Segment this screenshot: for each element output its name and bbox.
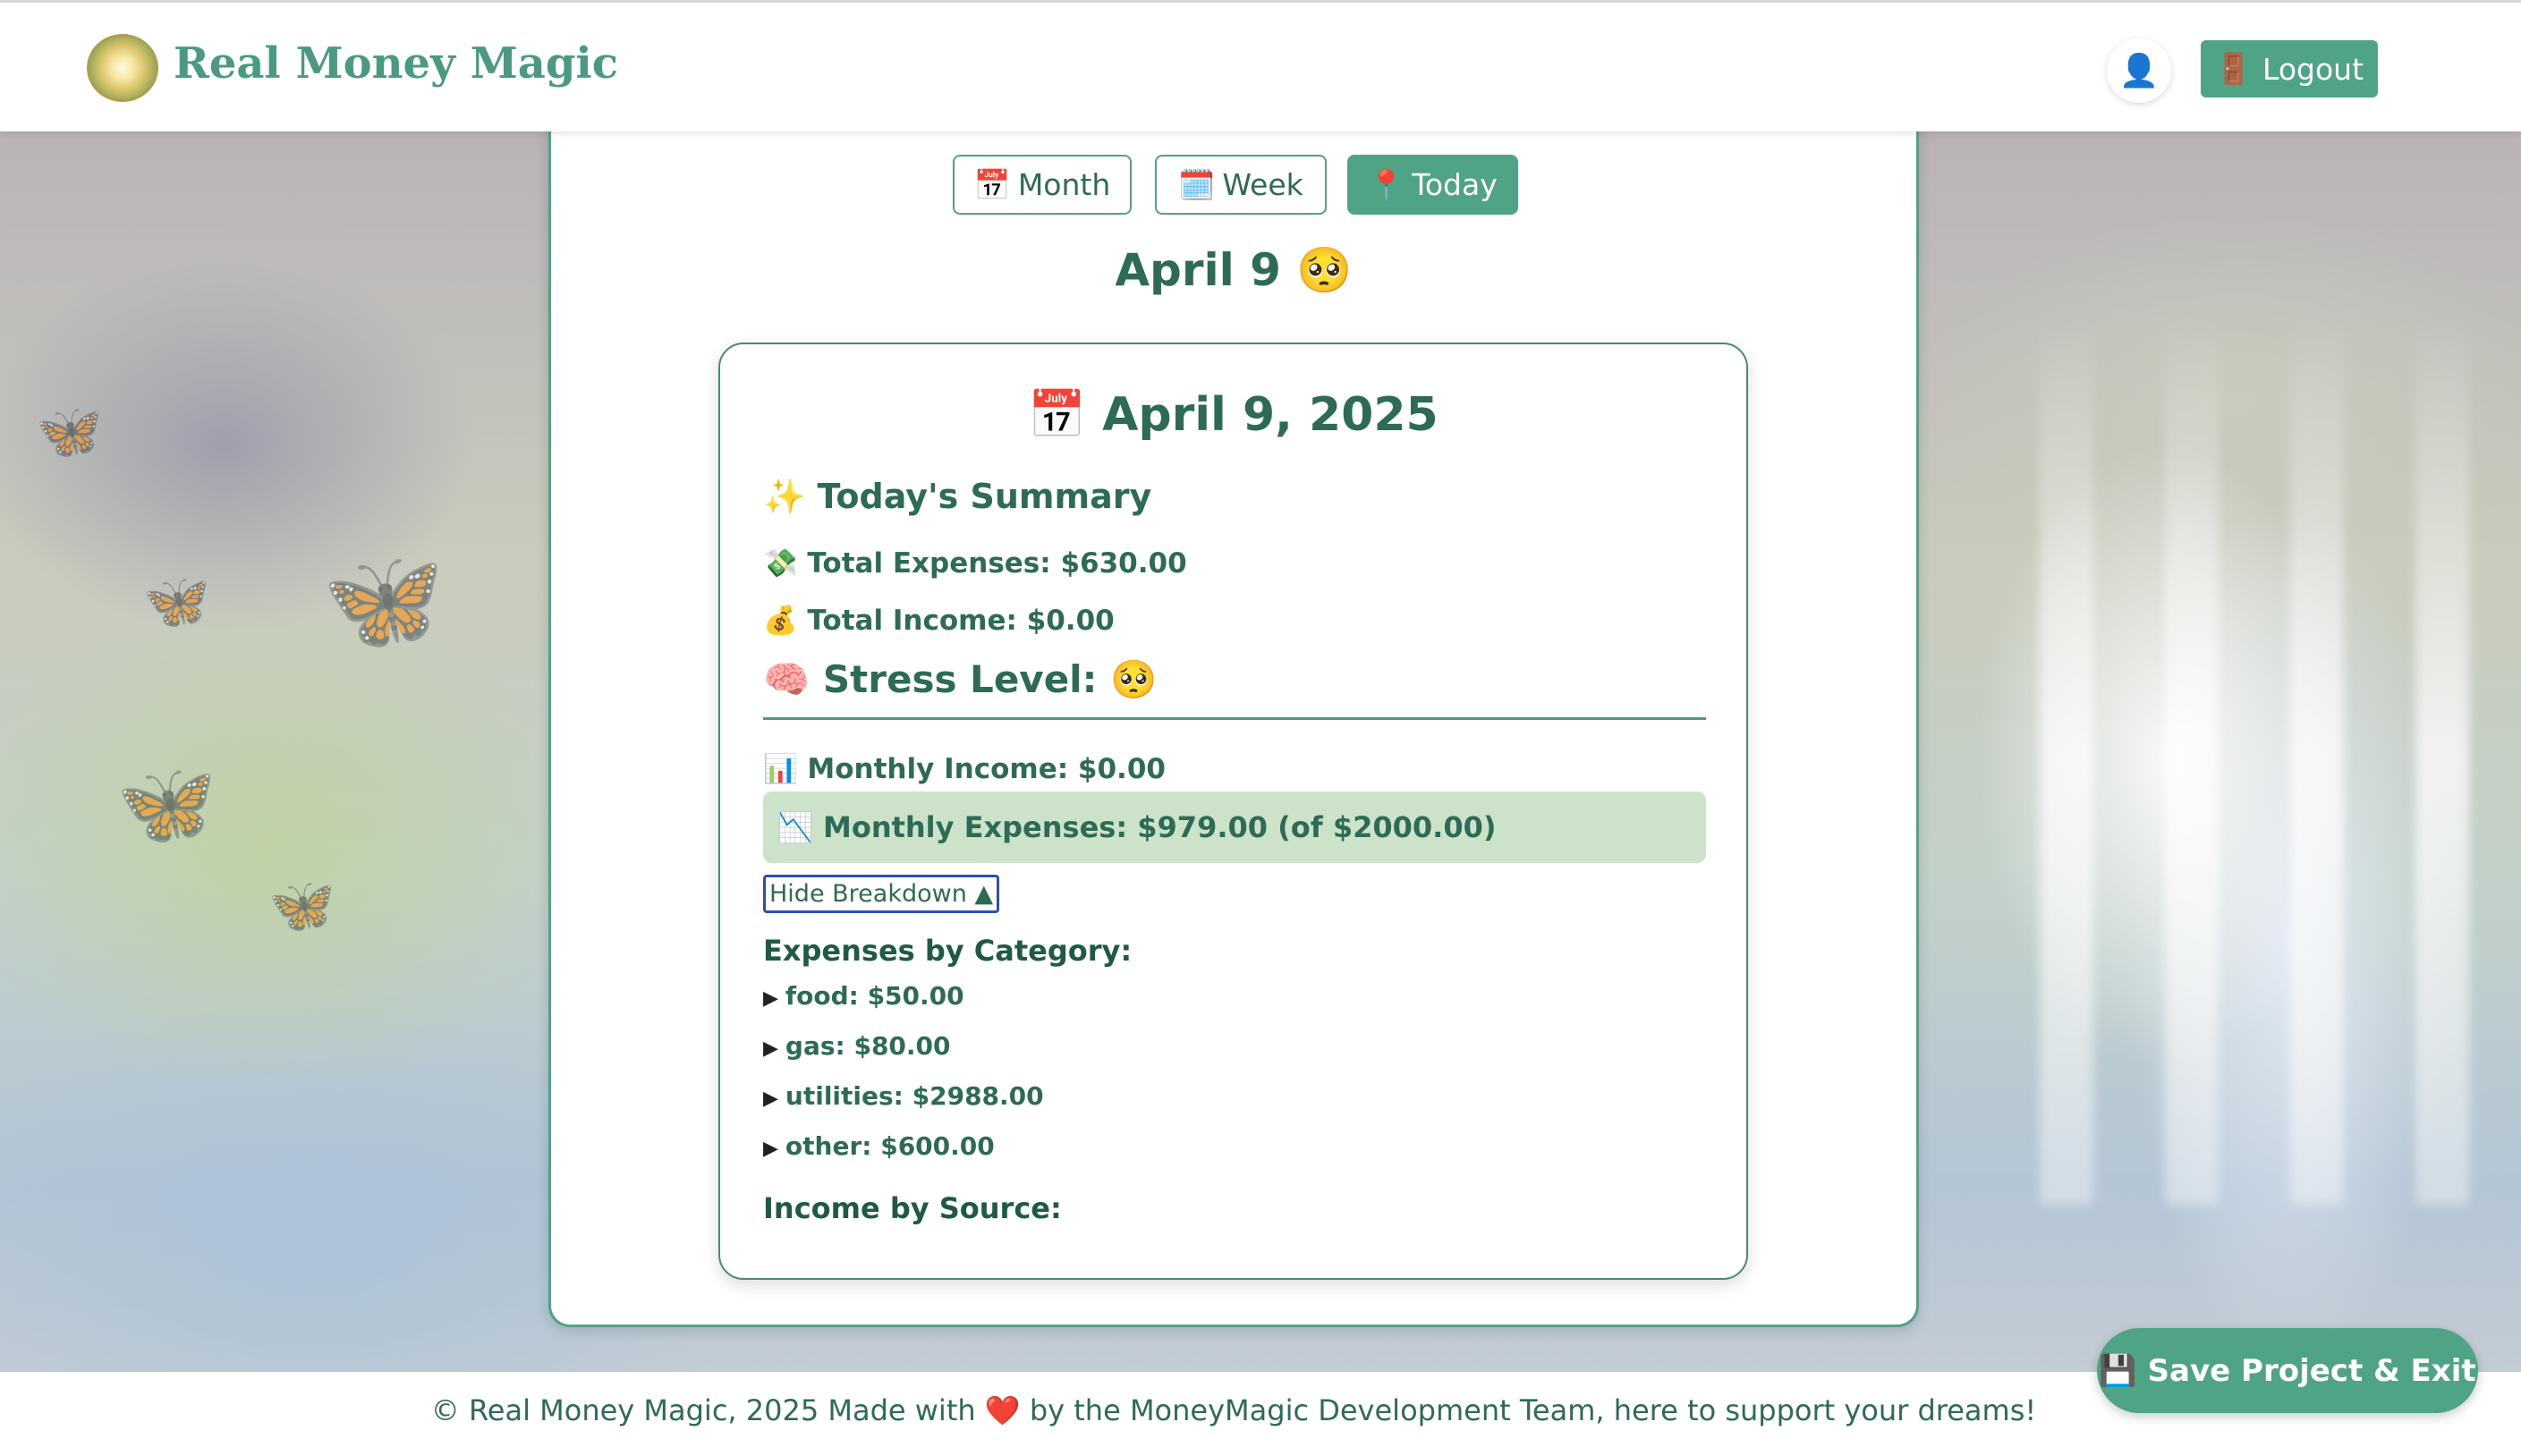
category-label: food: $50.00: [785, 981, 964, 1011]
butterfly-icon: 🦋: [116, 760, 217, 850]
logo-icon: [87, 34, 158, 102]
door-icon: 🚪: [2214, 51, 2253, 86]
category-label: utilities: $2988.00: [785, 1081, 1044, 1111]
category-item: ▶ gas: $80.00: [763, 1031, 951, 1061]
divider: [763, 717, 1706, 720]
butterfly-icon: 🦋: [36, 402, 103, 461]
category-item: ▶ food: $50.00: [763, 981, 964, 1011]
monthly-expenses-bar: 📉 Monthly Expenses: $979.00 (of $2000.00…: [763, 791, 1706, 863]
brand-title[interactable]: Real Money Magic: [174, 38, 618, 89]
triangle-right-icon: ▶: [763, 1088, 778, 1110]
triangle-right-icon: ▶: [763, 1138, 778, 1160]
spiral-calendar-icon: 🗓️: [1178, 166, 1216, 202]
category-label: other: $600.00: [785, 1131, 995, 1161]
income-by-source-heading: Income by Source:: [763, 1191, 1062, 1225]
total-income: 💰 Total Income: $0.00: [763, 605, 1115, 637]
calendar-panel: 📅 Month 🗓️ Week 📍 Today April 9 🥺 📅 Apri…: [548, 116, 1919, 1327]
save-project-exit-button[interactable]: 💾 Save Project & Exit: [2097, 1328, 2478, 1413]
pin-icon: 📍: [1368, 166, 1405, 202]
tab-week-label: Week: [1222, 167, 1303, 202]
logout-button[interactable]: 🚪 Logout: [2201, 40, 2378, 97]
waterfall-streak: [2290, 310, 2344, 1205]
waterfall-streak: [2040, 310, 2093, 1205]
tab-today-label: Today: [1412, 167, 1498, 202]
total-expenses: 💸 Total Expenses: $630.00: [763, 547, 1187, 580]
monthly-income: 📊 Monthly Income: $0.00: [763, 753, 1166, 785]
logout-label: Logout: [2262, 51, 2364, 87]
butterfly-icon: 🦋: [143, 571, 210, 631]
waterfall-streak: [2415, 310, 2469, 1205]
waterfall-streak: [2165, 310, 2219, 1205]
calendar-icon: 📅: [973, 166, 1011, 202]
user-icon: 👤: [2118, 52, 2160, 89]
summary-heading: ✨ Today's Summary: [763, 477, 1152, 516]
expenses-by-category-heading: Expenses by Category:: [763, 934, 1133, 968]
profile-button[interactable]: 👤: [2107, 38, 2171, 103]
category-label: gas: $80.00: [785, 1031, 951, 1061]
day-heading: April 9 🥺: [1115, 244, 1353, 296]
card-title: 📅 April 9, 2025: [1028, 388, 1439, 442]
footer-text: © Real Money Magic, 2025 Made with ❤️ by…: [430, 1393, 2037, 1427]
butterfly-icon: 🦋: [268, 876, 335, 935]
triangle-right-icon: ▶: [763, 987, 778, 1010]
tab-today[interactable]: 📍 Today: [1347, 155, 1518, 215]
day-summary-card: 📅 April 9, 2025 ✨ Today's Summary 💸 Tota…: [718, 343, 1748, 1280]
category-item: ▶ other: $600.00: [763, 1131, 995, 1161]
stress-level: 🧠 Stress Level: 🥺: [763, 657, 1158, 701]
tab-month-label: Month: [1017, 167, 1111, 202]
tab-week[interactable]: 🗓️ Week: [1155, 155, 1327, 215]
tab-month[interactable]: 📅 Month: [953, 155, 1132, 215]
hide-breakdown-button[interactable]: Hide Breakdown ▲: [763, 875, 1000, 913]
category-item: ▶ utilities: $2988.00: [763, 1081, 1044, 1111]
triangle-right-icon: ▶: [763, 1037, 778, 1060]
butterfly-icon: 🦋: [322, 546, 445, 656]
app-header: Real Money Magic 👤 🚪 Logout: [0, 3, 2521, 131]
